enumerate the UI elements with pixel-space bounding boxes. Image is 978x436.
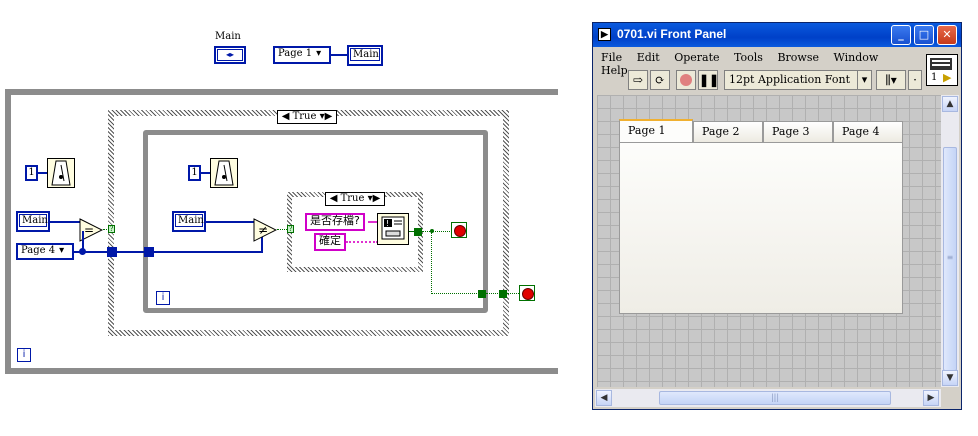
wait-ms-icon[interactable] — [47, 158, 75, 188]
title-bar[interactable]: ▶ 0701.vi Front Panel _ □ ✕ — [593, 23, 961, 47]
wire-page-to-main — [331, 54, 347, 56]
page-ring-constant[interactable]: Page 1 ▾ — [273, 46, 331, 64]
chevron-down-icon: ▾ — [316, 48, 322, 59]
tab-page-3[interactable]: Page 3 — [763, 121, 833, 143]
outer-case-value: True — [292, 111, 317, 122]
main-indicator-top[interactable]: Main — [347, 45, 383, 66]
inner-iteration-terminal: i — [156, 291, 170, 305]
run-arrow-icon[interactable]: ⇨ — [628, 70, 648, 90]
pause-icon[interactable]: ❚❚ — [698, 70, 719, 90]
svg-text:≠: ≠ — [258, 223, 268, 237]
play-triangle-icon: ▶ — [943, 71, 952, 84]
inner-loop-stop-terminal[interactable] — [451, 222, 467, 238]
scroll-up-icon[interactable]: ▲ — [942, 96, 958, 112]
chevron-down-icon: ▾ — [857, 71, 871, 89]
case-left-arrow-icon: ◀ — [281, 111, 290, 122]
case-right-arrow-icon: ▶ — [372, 193, 381, 204]
distribute-objects-icon[interactable]: · — [908, 70, 922, 90]
scroll-right-icon[interactable]: ▶ — [923, 390, 939, 406]
main-control-left-text: Main — [19, 214, 48, 227]
horizontal-scrollbar[interactable]: ◀ ||| ▶ — [595, 389, 941, 407]
const-one-inner[interactable]: 1 — [188, 165, 201, 181]
maximize-button[interactable]: □ — [914, 25, 934, 45]
main-enum-control-top[interactable]: ◂▸ — [214, 46, 246, 64]
dialog-icon[interactable]: ! — [377, 213, 409, 245]
outer-case-selector[interactable]: ◀ True ▾▶ — [277, 110, 337, 124]
outer-case-condition-terminal: ? — [108, 225, 115, 233]
outer-iteration-terminal: i — [17, 348, 31, 362]
main-label-top: Main — [215, 31, 241, 42]
bool-tunnel-inner-loop — [478, 290, 486, 298]
font-ring[interactable]: 12pt Application Font ▾ — [724, 70, 872, 90]
menu-file[interactable]: File — [601, 51, 622, 64]
outer-loop-stop-terminal[interactable] — [519, 285, 535, 301]
menu-tools[interactable]: Tools — [734, 51, 763, 64]
font-ring-label: 12pt Application Font — [729, 73, 851, 86]
vertical-scrollbar[interactable]: ▲ ≡ ▼ — [941, 95, 959, 387]
case-right-arrow-icon: ▶ — [324, 111, 333, 122]
tunnel-outer-case — [107, 247, 117, 257]
tab-page-4[interactable]: Page 4 — [833, 121, 903, 143]
svg-text:=: = — [84, 223, 94, 237]
const-one-left[interactable]: 1 — [25, 165, 38, 181]
window-title: 0701.vi Front Panel — [617, 27, 727, 41]
main-indicator-text: Main — [350, 48, 380, 61]
bool-tunnel-outer-case — [499, 290, 507, 298]
tab-page-body — [619, 142, 903, 314]
inner-case-value: True — [340, 193, 365, 204]
page4-ring-constant[interactable]: Page 4 ▾ — [16, 243, 74, 260]
main-control-inner[interactable]: Main — [172, 211, 206, 232]
vi-connector-icon[interactable]: 1 ▶ — [926, 54, 958, 86]
scroll-down-icon[interactable]: ▼ — [942, 370, 958, 386]
save-prompt-string[interactable]: 是否存檔? — [305, 213, 365, 231]
panel-canvas[interactable]: Page 1 Page 2 Page 3 Page 4 — [597, 95, 941, 387]
menu-operate[interactable]: Operate — [674, 51, 719, 64]
tab-page-1[interactable]: Page 1 — [619, 119, 693, 143]
main-control-left[interactable]: Main — [16, 211, 50, 232]
tab-page-2[interactable]: Page 2 — [693, 121, 763, 143]
inner-case-selector[interactable]: ◀ True ▾▶ — [325, 192, 385, 206]
vi-icon-label: 1 — [931, 72, 938, 83]
align-objects-icon[interactable]: ⫼▾ — [876, 70, 906, 90]
tab-control[interactable]: Page 1 Page 2 Page 3 Page 4 — [619, 119, 903, 315]
wait-ms-icon-inner[interactable] — [210, 158, 238, 188]
minimize-button[interactable]: _ — [891, 25, 911, 45]
scroll-left-icon[interactable]: ◀ — [596, 390, 612, 406]
shift-tunnel-inner-loop — [144, 247, 154, 257]
menu-edit[interactable]: Edit — [637, 51, 660, 64]
horizontal-scroll-thumb[interactable]: ||| — [659, 391, 891, 405]
vertical-scroll-thumb[interactable]: ≡ — [943, 147, 957, 371]
menu-browse[interactable]: Browse — [777, 51, 819, 64]
close-button[interactable]: ✕ — [937, 25, 957, 45]
front-panel-window[interactable]: ▶ 0701.vi Front Panel _ □ ✕ File Edit Op… — [592, 22, 962, 410]
not-equal-comparator[interactable]: ≠ — [253, 218, 278, 245]
case-left-arrow-icon: ◀ — [329, 193, 338, 204]
main-control-inner-text: Main — [175, 214, 204, 227]
run-continuously-icon[interactable]: ⟳ — [650, 70, 670, 90]
confirm-string[interactable]: 確定 — [314, 233, 346, 251]
menu-window[interactable]: Window — [833, 51, 878, 64]
inner-case-condition-terminal: ? — [287, 225, 294, 233]
page-ring-label: Page 1 — [278, 48, 313, 59]
labview-vi-icon: ▶ — [598, 28, 611, 41]
abort-icon[interactable] — [676, 70, 696, 90]
menu-bar: File Edit Operate Tools Browse Window He… — [601, 51, 921, 77]
page4-ring-label: Page 4 — [21, 245, 56, 256]
chevron-down-icon: ▾ — [59, 245, 65, 256]
svg-text:!: ! — [386, 219, 389, 228]
bool-tunnel-inner-case — [414, 228, 422, 236]
toolbar: ⇨ ⟳ ❚❚ 12pt Application Font ▾ ⫼▾ · — [594, 69, 960, 93]
